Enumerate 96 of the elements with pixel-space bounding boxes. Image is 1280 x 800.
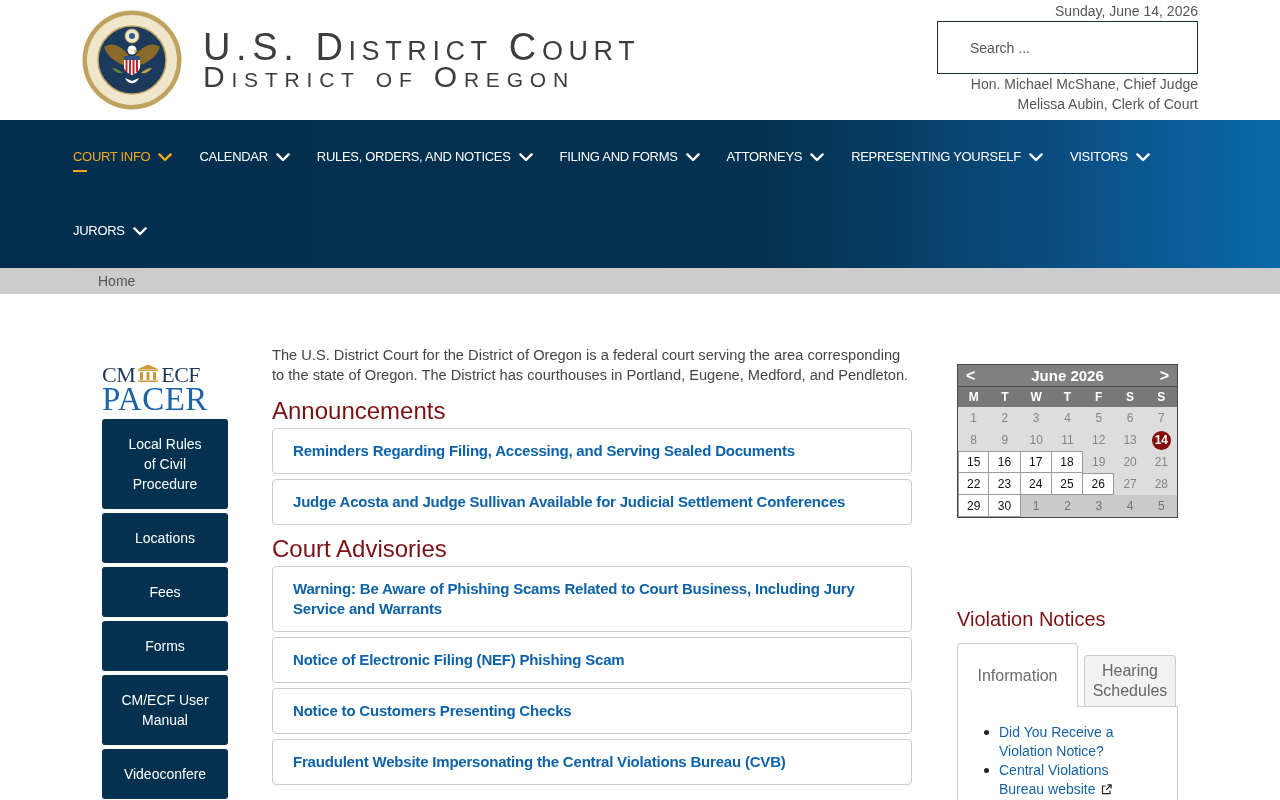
calendar-day: 6 [1114, 407, 1146, 429]
bullet-icon [984, 768, 989, 773]
sidebar-link-button[interactable]: Videoconfere [102, 749, 228, 799]
sidebar-link-button[interactable]: CM/ECF User Manual [102, 675, 228, 745]
next-month-button[interactable]: > [1157, 366, 1171, 385]
breadcrumb-link[interactable]: Home [98, 271, 136, 291]
calendar-day: 4 [1114, 495, 1146, 517]
calendar-day: 10 [1020, 429, 1052, 451]
weekday-label: F [1094, 389, 1104, 405]
calendar-day[interactable]: 15 [958, 451, 990, 473]
chevron-down-icon [1135, 152, 1150, 162]
previous-month-button[interactable]: < [964, 366, 978, 385]
eagle-seal-icon [82, 10, 182, 110]
calendar-day: 11 [1051, 429, 1084, 451]
section-heading: Court Advisories [272, 535, 448, 563]
nav-menu-link[interactable]: RULES, ORDERS, AND NOTICES [316, 146, 533, 172]
calendar-day: 2 [1051, 495, 1084, 517]
notice-link-card[interactable]: Warning: Be Aware of Phishing Scams Related to Court Business, Including Jury Service and Warrants [272, 566, 912, 632]
logo-text: CM [102, 365, 136, 385]
tab[interactable]: Hearing Schedules [1084, 655, 1176, 706]
chevron-down-icon [275, 152, 290, 162]
chevron-down-icon [1028, 152, 1043, 162]
calendar-day: 27 [1114, 473, 1146, 495]
calendar-day: 20 [1114, 451, 1146, 473]
nav-menu-link[interactable]: CALENDAR [199, 146, 290, 172]
weekday-label: S [1125, 389, 1136, 405]
sidebar-link-button[interactable]: Locations [102, 513, 228, 563]
chevron-down-icon [158, 152, 173, 162]
notice-link-card[interactable]: Reminders Regarding Filing, Accessing, and Serving Sealed Documents [272, 428, 912, 474]
chevron-down-icon [132, 226, 147, 236]
weekday-label: W [1029, 389, 1043, 405]
external-link-icon [1100, 784, 1112, 795]
nav-menu-link[interactable]: REPRESENTING YOURSELF [851, 146, 1043, 172]
logo-text: PACER [102, 385, 208, 414]
calendar-day: 2 [989, 407, 1021, 429]
official-name: Hon. Michael McShane, Chief Judge [970, 75, 1198, 94]
section-heading: Violation Notices [957, 607, 1107, 632]
sidebar-link-button[interactable]: Fees [102, 567, 228, 617]
calendar-day: 5 [1083, 407, 1115, 429]
nav-menu-link[interactable]: FILING AND FORMS [559, 146, 700, 172]
search-field[interactable]: Search ... [937, 21, 1198, 74]
official-name: Melissa Aubin, Clerk of Court [1017, 95, 1198, 114]
notice-link[interactable]: Central Violations Bureau website [999, 761, 1137, 799]
nav-menu-link[interactable]: ATTORNEYS [726, 146, 825, 172]
calendar-day: 8 [958, 429, 990, 451]
calendar-day[interactable]: 22 [958, 473, 990, 495]
calendar-day[interactable]: 17 [1020, 451, 1052, 473]
calendar-day[interactable]: 30 [989, 495, 1021, 517]
calendar-day: 12 [1083, 429, 1115, 451]
nav-menu-link[interactable]: VISITORS [1069, 146, 1150, 172]
nav-menu-link[interactable]: JURORS [73, 220, 147, 246]
nav-menu-link[interactable]: COURT INFO [73, 146, 173, 172]
calendar-day[interactable]: 25 [1051, 473, 1084, 495]
site-subtitle: District of Oregon [203, 64, 576, 90]
site-title: U.S. District Court [203, 27, 641, 67]
calendar-day: 1 [1020, 495, 1052, 517]
calendar-day[interactable]: 23 [989, 473, 1021, 495]
calendar-day: 3 [1083, 495, 1115, 517]
calendar-day[interactable]: 16 [989, 451, 1021, 473]
notice-link-card[interactable]: Judge Acosta and Judge Sullivan Available for Judicial Settlement Conferences [272, 479, 912, 525]
weekday-label: M [967, 389, 980, 405]
bullet-icon [984, 730, 989, 735]
calendar-day: 9 [989, 429, 1021, 451]
sidebar-link-button[interactable]: Forms [102, 621, 228, 671]
calendar-day: 5 [1145, 495, 1177, 517]
current-date: Sunday, June 14, 2026 [1055, 2, 1198, 20]
calendar-day: 4 [1051, 407, 1084, 429]
month-title: June 2026 [1031, 366, 1104, 385]
notice-link[interactable]: Did You Receive a Violation Notice? [999, 723, 1137, 761]
intro-paragraph: The U.S. District Court for the District of Oregon is a federal court serving the area corresponding to the state of Oregon. The District has courthouses in Portland, Eugene, Medford, and Pendleton. [272, 346, 910, 385]
chevron-down-icon [810, 152, 825, 162]
calendar-day[interactable]: 29 [958, 495, 990, 517]
calendar-day[interactable]: 18 [1051, 451, 1084, 473]
notice-link-card[interactable]: Notice to Customers Presenting Checks [272, 688, 912, 734]
calendar-day[interactable]: 26 [1083, 473, 1115, 495]
calendar-day: 19 [1083, 451, 1115, 473]
chevron-down-icon [685, 152, 700, 162]
weekday-label: S [1156, 389, 1167, 405]
chevron-down-icon [518, 152, 533, 162]
calendar-day: 7 [1145, 407, 1177, 429]
section-heading: Announcements [272, 397, 447, 425]
notice-link-card[interactable]: Fraudulent Website Impersonating the Central Violations Bureau (CVB) [272, 739, 912, 785]
current-day[interactable]: 14 [1151, 430, 1171, 450]
calendar-day: 21 [1145, 451, 1177, 473]
weekday-label: T [1062, 389, 1073, 405]
calendar-day: 3 [1020, 407, 1052, 429]
logo-text: ECF [161, 365, 201, 385]
weekday-label: T [1000, 389, 1010, 405]
calendar-day: 13 [1114, 429, 1146, 451]
calendar-day: 28 [1145, 473, 1177, 495]
sidebar-link-button[interactable]: Local Rules of Civil Procedure [102, 419, 228, 509]
calendar-day[interactable]: 24 [1020, 473, 1052, 495]
calendar-day: 1 [958, 407, 990, 429]
notice-link-card[interactable]: Notice of Electronic Filing (NEF) Phishing Scam [272, 637, 912, 683]
column-icon [137, 364, 160, 382]
tab[interactable]: Information [957, 643, 1078, 707]
